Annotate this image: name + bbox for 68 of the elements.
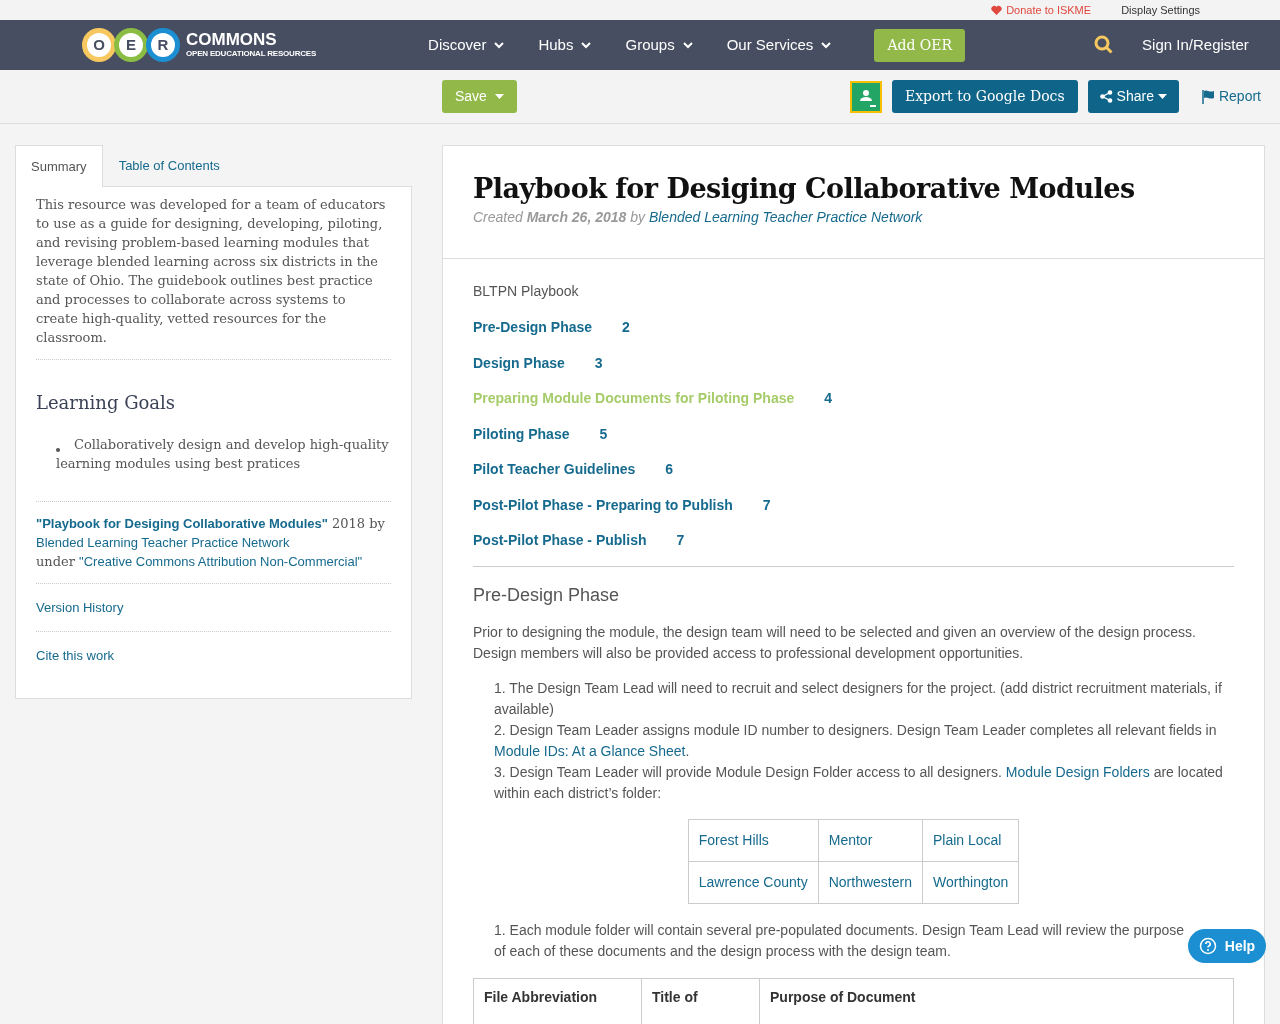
list-step: 2. Design Team Leader assigns module ID number to designers. Design Team Leader completes all relevant fields in Module IDs: At a Glance Sheet. [494, 720, 1234, 763]
nav-menu-item[interactable]: Groups [625, 33, 693, 57]
list-step: 1. The Design Team Lead will need to recruit and select designers for the project. (add district recruitment materials, if available) [494, 678, 1234, 721]
section-heading: Learning Goals [36, 391, 177, 414]
export-button[interactable]: Export to Google Docs [891, 80, 1078, 113]
toc-link[interactable]: Design Phase [473, 352, 565, 389]
sidebar-link[interactable]: Version History [36, 600, 124, 616]
logo-tagline: OPEN EDUCATIONAL RESOURCES [186, 47, 317, 60]
display-settings-link[interactable]: Display Settings [1121, 1, 1200, 19]
sign-in-link[interactable]: Sign In/Register [1142, 33, 1249, 57]
page-number: 4 [824, 389, 833, 409]
section-heading: Pre-Design Phase [473, 584, 621, 607]
page-number: 5 [599, 424, 608, 444]
created-text: Created March 26, 2018 by Blended Learning Teacher Practice Network [473, 208, 924, 228]
district-link[interactable]: Mentor [828, 832, 873, 849]
donate-link[interactable]: Donate to ISKME [991, 1, 1092, 19]
author-link[interactable]: Blended Learning Teacher Practice Network [648, 209, 923, 226]
author-link[interactable]: Blended Learning Teacher Practice Network [36, 535, 290, 551]
help-button[interactable]: Help [1188, 929, 1266, 963]
column-header: Title of [641, 979, 760, 1024]
chevron-icon [581, 41, 592, 49]
caret-icon [494, 94, 504, 99]
toc-link[interactable]: Post-Pilot Phase - Preparing to Publish [473, 494, 733, 531]
share-button[interactable]: Share [1087, 80, 1179, 113]
help-icon [1198, 937, 1217, 955]
license-link[interactable]: "Creative Commons Attribution Non-Commercial" [79, 554, 363, 570]
page-number: 2 [622, 318, 630, 338]
nav-menu-item[interactable]: Hubs [538, 33, 592, 57]
article-title: Playbook for Desiging Collaborative Modules [473, 173, 1136, 206]
learning-goal: Collaboratively design and develop high-quality learning modules using best pratices [56, 436, 390, 474]
inline-link[interactable]: Module Design Folders [1005, 764, 1150, 781]
toc-link[interactable]: Piloting Phase [473, 423, 570, 460]
nav-menu-item[interactable]: Our Services [726, 33, 832, 57]
toc-link[interactable]: Pre-Design Phase [473, 317, 593, 353]
flag-icon [1201, 89, 1215, 104]
nav-menu-item[interactable]: Discover [428, 33, 505, 57]
bullet-icon [56, 447, 60, 452]
attribution-text: "Playbook for Desiging Collaborative Modules" 2018 by Blended Learning Teacher Practice Network under "Creative Commons Attribution Non-Commercial" [36, 515, 386, 572]
paragraph: Prior to designing the module, the design team will need to be selected and given an overview of the design process. Design members will also be provided access to professional development opportunities. [473, 623, 1197, 664]
list-step: 3. Design Team Leader will provide Module Design Folder access to all designers. Module Design Folders are located within each district’s folder: [494, 762, 1234, 805]
search-icon[interactable] [1094, 35, 1115, 55]
chevron-icon [494, 41, 505, 49]
caret-icon [1157, 94, 1167, 99]
chevron-icon [821, 41, 832, 49]
logo-letter: E [114, 28, 148, 62]
chevron-icon [682, 41, 693, 49]
heart-icon [991, 4, 1003, 16]
toc-link[interactable]: Pilot Teacher Guidelines [473, 459, 636, 495]
page-number: 3 [594, 353, 603, 373]
page-number: 7 [762, 495, 771, 515]
report-link[interactable]: Report [1201, 86, 1261, 107]
page-number: 7 [676, 531, 685, 551]
classroom-icon[interactable] [849, 80, 882, 113]
resource-link[interactable]: "Playbook for Desiging Collaborative Modules" [36, 516, 328, 532]
sidebar-link[interactable]: Cite this work [36, 647, 115, 663]
toc-heading: BLTPN Playbook [473, 282, 580, 302]
toc-link[interactable]: Post-Pilot Phase - Publish [473, 530, 647, 566]
logo[interactable]: O E R COMMONS OPEN EDUCATIONAL RESOURCES [82, 28, 317, 62]
logo-letter: O [82, 28, 116, 62]
page-number: 6 [665, 460, 674, 480]
logo-letter: R [146, 28, 180, 62]
summary-text: This resource was developed for a team of educators to use as a guide for designing, developing, piloting, and revising problem-based learning modules that leverage blended learning across six districts in the state of Ohio. The guidebook outlines best practice and processes to collaborate across systems to create high-quality, vetted resources for the classroom. [36, 195, 387, 347]
column-header: File Abbreviation [473, 979, 642, 1024]
share-icon [1099, 90, 1113, 103]
column-header: Purpose of Document [759, 979, 1234, 1024]
panel-tab[interactable]: Table of Contents [102, 145, 236, 186]
logo-name: COMMONS [186, 30, 278, 48]
panel-tab[interactable]: Summary [15, 145, 103, 187]
